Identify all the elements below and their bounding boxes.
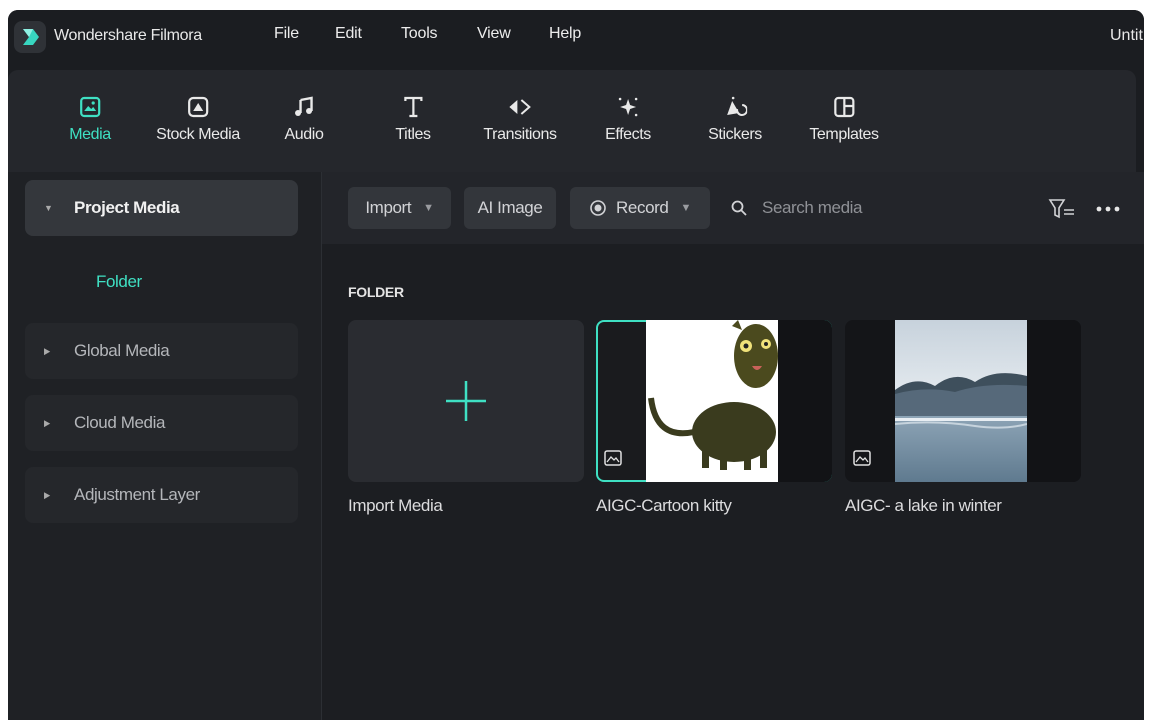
media-filter-bar: Import ▼ AI Image Record ▼ Search media — [322, 172, 1144, 244]
tab-label: Stickers — [708, 126, 762, 143]
sidebar-item-label: Global Media — [74, 341, 170, 360]
tab-titles[interactable]: Titles — [395, 94, 431, 144]
sidebar-item-folder[interactable]: Folder — [96, 272, 142, 292]
image-type-icon — [853, 450, 871, 466]
title-bar: Wondershare Filmora File Edit Tools View… — [8, 10, 1144, 62]
card-title: Import Media — [348, 496, 443, 515]
tab-templates[interactable]: Templates — [809, 94, 879, 144]
card-title: AIGC-Cartoon kitty — [596, 496, 732, 515]
app-name: Wondershare Filmora — [54, 27, 202, 44]
tab-label: Media — [69, 126, 111, 143]
tab-stock-media[interactable]: Stock Media — [156, 94, 240, 144]
effects-sparkle-icon — [615, 94, 641, 120]
music-note-icon — [291, 94, 317, 120]
caret-right-icon: ▶ — [44, 417, 50, 428]
caret-right-icon: ▶ — [44, 489, 50, 500]
import-dropdown[interactable]: Import ▼ — [348, 187, 451, 229]
filmora-logo-icon — [14, 21, 46, 53]
lake-winter-thumbnail — [894, 320, 1028, 482]
text-t-icon — [400, 94, 426, 120]
tab-transitions[interactable]: Transitions — [483, 94, 557, 144]
caret-down-icon: ▼ — [44, 203, 53, 213]
tab-stickers[interactable]: Stickers — [708, 94, 762, 144]
sidebar-item-global-media[interactable]: ▶ Global Media — [25, 323, 298, 379]
ai-image-label: AI Image — [477, 198, 543, 217]
menu-edit[interactable]: Edit — [335, 25, 362, 43]
plus-icon — [446, 381, 486, 421]
menu-help[interactable]: Help — [549, 25, 581, 43]
folder-section-label: FOLDER — [348, 284, 404, 300]
tab-label: Stock Media — [156, 126, 240, 143]
tab-effects[interactable]: Effects — [605, 94, 651, 144]
stock-media-icon — [185, 94, 211, 120]
main-toolbar: Media Stock Media Audio Titles Transitio… — [8, 70, 1136, 182]
menu-tools[interactable]: Tools — [401, 25, 438, 43]
media-library: Import ▼ AI Image Record ▼ Search media … — [322, 172, 1144, 720]
filter-sort-icon[interactable] — [1048, 198, 1076, 220]
chevron-down-icon: ▼ — [423, 202, 434, 214]
search-input[interactable]: Search media — [730, 198, 862, 218]
import-label: Import — [365, 198, 412, 217]
media-card-cartoon-kitty[interactable] — [596, 320, 832, 482]
chevron-down-icon: ▼ — [680, 202, 691, 214]
sidebar-item-project-media[interactable]: ▼ Project Media — [25, 180, 298, 236]
media-icon — [77, 94, 103, 120]
filmora-window: Wondershare Filmora File Edit Tools View… — [8, 10, 1144, 720]
tab-label: Transitions — [483, 126, 557, 143]
more-options-icon[interactable] — [1096, 205, 1120, 213]
sidebar-item-label: Adjustment Layer — [74, 485, 200, 504]
record-icon — [590, 200, 606, 216]
ai-image-button[interactable]: AI Image — [464, 187, 556, 229]
sidebar-item-label: Cloud Media — [74, 413, 166, 432]
menu-file[interactable]: File — [274, 25, 299, 43]
image-type-icon — [604, 450, 622, 466]
caret-right-icon: ▶ — [44, 345, 50, 356]
sidebar-item-label: Project Media — [74, 198, 180, 217]
sidebar-item-adjustment-layer[interactable]: ▶ Adjustment Layer — [25, 467, 298, 523]
tab-label: Titles — [395, 126, 431, 143]
templates-icon — [831, 94, 857, 120]
media-card-lake-in-winter[interactable] — [845, 320, 1081, 482]
search-icon — [731, 200, 747, 216]
transitions-icon — [507, 94, 533, 120]
stickers-icon — [722, 94, 748, 120]
menu-view[interactable]: View — [477, 25, 511, 43]
record-dropdown[interactable]: Record ▼ — [570, 187, 710, 229]
cartoon-kitty-thumbnail — [646, 320, 778, 482]
tab-label: Templates — [809, 126, 879, 143]
tab-label: Audio — [284, 126, 324, 143]
media-sidebar: ▼ Project Media Folder ▶ Global Media ▶ … — [8, 172, 322, 720]
document-title: Untit — [1110, 27, 1143, 44]
search-placeholder: Search media — [762, 198, 863, 217]
card-title: AIGC- a lake in winter — [845, 496, 1002, 515]
record-label: Record — [616, 198, 669, 217]
sidebar-item-cloud-media[interactable]: ▶ Cloud Media — [25, 395, 298, 451]
import-media-card[interactable] — [348, 320, 584, 482]
tab-audio[interactable]: Audio — [285, 94, 324, 144]
tab-media[interactable]: Media — [69, 94, 111, 144]
tab-label: Effects — [605, 126, 651, 143]
